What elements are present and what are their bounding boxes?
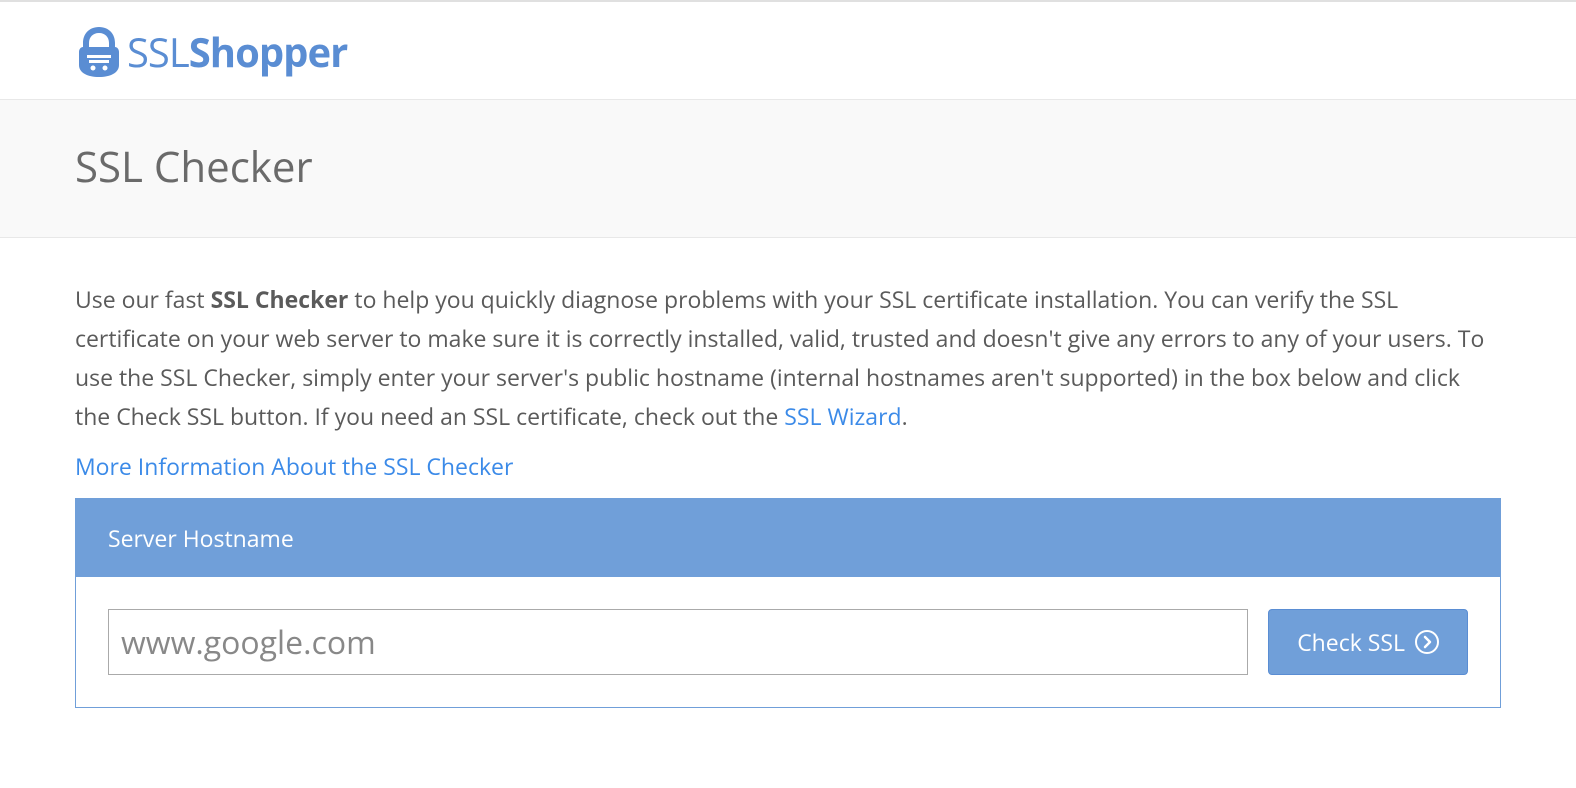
- hostname-input[interactable]: [108, 609, 1248, 675]
- description-text: Use our fast SSL Checker to help you qui…: [75, 280, 1501, 436]
- desc-part3: .: [902, 400, 908, 432]
- check-button-label: Check SSL: [1297, 626, 1405, 658]
- desc-bold: SSL Checker: [211, 283, 349, 315]
- logo-text: SSLShopper: [127, 24, 347, 79]
- logo-ssl-text: SSL: [127, 24, 189, 79]
- form-header: Server Hostname: [76, 499, 1500, 577]
- form-header-label: Server Hostname: [108, 522, 294, 554]
- check-ssl-button[interactable]: Check SSL: [1268, 609, 1468, 675]
- site-header: SSLShopper: [0, 0, 1576, 100]
- lock-cart-icon: [75, 25, 123, 79]
- ssl-check-form: Server Hostname Check SSL: [75, 498, 1501, 708]
- desc-part1: Use our fast: [75, 283, 211, 315]
- arrow-right-circle-icon: [1415, 630, 1439, 654]
- logo-shopper-text: Shopper: [189, 24, 348, 79]
- more-info-link[interactable]: More Information About the SSL Checker: [75, 450, 1501, 482]
- ssl-wizard-link[interactable]: SSL Wizard: [784, 400, 901, 432]
- page-title: SSL Checker: [75, 138, 1501, 195]
- title-section: SSL Checker: [0, 100, 1576, 238]
- logo[interactable]: SSLShopper: [75, 24, 1501, 79]
- main-content: Use our fast SSL Checker to help you qui…: [0, 238, 1576, 728]
- form-body: Check SSL: [76, 577, 1500, 707]
